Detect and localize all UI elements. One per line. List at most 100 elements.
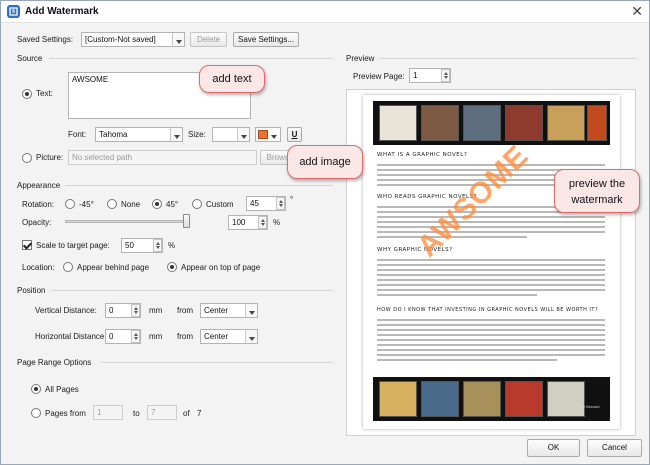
all-pages-radio[interactable] — [31, 384, 41, 394]
picture-radio[interactable] — [22, 153, 32, 163]
vertical-distance-input[interactable]: 0 — [105, 303, 141, 318]
horizontal-distance-input[interactable]: 0 — [105, 329, 141, 344]
close-icon[interactable]: ✕ — [631, 3, 643, 20]
comic-thumbnail — [505, 381, 543, 417]
font-value: Tahoma — [99, 130, 128, 139]
font-select[interactable]: Tahoma — [95, 127, 183, 142]
picture-path-input[interactable]: No selected path — [68, 150, 257, 165]
doc-text-line — [377, 221, 605, 223]
rotation-neg45-radio[interactable] — [65, 199, 75, 209]
saved-settings-select[interactable]: [Custom-Not saved] — [81, 32, 185, 47]
saved-settings-label: Saved Settings: — [17, 35, 74, 44]
chevron-down-icon — [245, 304, 257, 317]
rotation-label: Rotation: — [22, 200, 55, 209]
spinner-icon[interactable] — [258, 216, 267, 229]
scale-label: Scale to target page: — [36, 241, 110, 250]
doc-text-line — [377, 269, 605, 271]
horizontal-anchor-select[interactable]: Center — [200, 329, 258, 344]
doc-text-line — [377, 226, 605, 228]
chevron-down-icon — [170, 128, 182, 141]
doc-text-line — [377, 349, 605, 351]
size-label: Size: — [188, 130, 206, 139]
location-behind-radio[interactable] — [63, 262, 73, 272]
picture-label: Picture: — [36, 153, 64, 162]
location-ontop-label: Appear on top of page — [181, 263, 261, 272]
opacity-slider-thumb[interactable] — [183, 214, 190, 228]
spinner-icon[interactable] — [153, 239, 162, 252]
title-bar: Add Watermark ✕ — [1, 1, 649, 23]
opacity-value: 100 — [232, 218, 246, 227]
source-heading: Source — [17, 54, 43, 63]
watermark-text-value: AWSOME — [72, 75, 109, 84]
size-select[interactable] — [212, 127, 250, 142]
preview-heading: Preview — [346, 54, 375, 63]
comic-thumbnail — [421, 105, 459, 141]
page-range-heading: Page Range Options — [17, 358, 92, 367]
preview-page-label: Preview Page: — [353, 72, 405, 81]
preview-page: WHAT IS A GRAPHIC NOVEL? WHO READS GRAPH… — [363, 95, 620, 429]
rotation-neg45-label: -45° — [79, 200, 94, 209]
text-radio[interactable] — [22, 89, 32, 99]
vertical-anchor-select[interactable]: Center — [200, 303, 258, 318]
app-icon — [7, 5, 20, 18]
opacity-slider-track[interactable] — [65, 220, 190, 223]
vertical-anchor-value: Center — [204, 306, 229, 315]
ok-button[interactable]: OK — [527, 439, 580, 457]
pages-to-label: to — [133, 409, 140, 418]
rotation-45-radio[interactable] — [152, 199, 162, 209]
bottom-comic-band: First Second — [373, 377, 610, 421]
cancel-button[interactable]: Cancel — [587, 439, 642, 457]
rotation-custom-label: Custom — [206, 200, 234, 209]
rotation-none-radio[interactable] — [107, 199, 117, 209]
save-settings-button[interactable]: Save Settings... — [233, 32, 299, 47]
doc-text-line — [377, 279, 605, 281]
spinner-icon[interactable] — [441, 69, 450, 82]
horizontal-distance-value: 0 — [109, 332, 114, 341]
spinner-icon[interactable] — [131, 304, 140, 317]
pages-from-label: Pages from — [45, 409, 86, 418]
doc-text-line — [377, 274, 605, 276]
appearance-heading: Appearance — [17, 181, 61, 190]
comic-thumbnail — [505, 105, 543, 141]
horizontal-from-label: from — [177, 332, 193, 341]
rotation-custom-input[interactable]: 45 — [246, 196, 286, 211]
doc-text-line — [377, 284, 605, 286]
delete-button[interactable]: Delete — [190, 32, 227, 47]
rotation-custom-radio[interactable] — [192, 199, 202, 209]
rotation-45-label: 45° — [166, 200, 179, 209]
underline-button[interactable]: U — [287, 127, 302, 142]
comic-thumbnail — [379, 105, 417, 141]
spinner-icon[interactable] — [276, 197, 285, 210]
doc-text-line — [377, 264, 605, 266]
chevron-down-icon — [172, 33, 184, 46]
pages-to-input[interactable]: 7 — [147, 405, 177, 420]
source-divider — [49, 58, 333, 59]
comic-thumbnail — [547, 105, 585, 141]
location-behind-label: Appear behind page — [77, 263, 150, 272]
doc-text-line — [377, 231, 605, 233]
preview-divider — [379, 58, 637, 59]
vertical-distance-label: Vertical Distance: — [35, 306, 97, 315]
pages-from-radio[interactable] — [31, 408, 41, 418]
comic-thumbnail — [379, 381, 417, 417]
chevron-down-icon — [268, 128, 280, 141]
page-range-divider — [101, 362, 333, 363]
pages-from-input[interactable]: 1 — [93, 405, 123, 420]
pages-of-label: of — [183, 409, 190, 418]
pages-to-value: 7 — [151, 408, 156, 417]
scale-input[interactable]: 50 — [121, 238, 163, 253]
scale-checkbox[interactable] — [22, 240, 32, 250]
preview-callout: preview the watermark — [554, 169, 640, 213]
preview-page-input[interactable]: 1 — [409, 68, 451, 83]
horizontal-anchor-value: Center — [204, 332, 229, 341]
rotation-unit: ° — [290, 195, 294, 204]
spinner-icon[interactable] — [131, 330, 140, 343]
saved-settings-value: [Custom-Not saved] — [85, 35, 156, 44]
add-text-callout: add text — [199, 65, 265, 93]
color-picker[interactable] — [255, 127, 281, 142]
location-ontop-radio[interactable] — [167, 262, 177, 272]
chevron-down-icon — [245, 330, 257, 343]
add-image-callout: add image — [287, 145, 363, 179]
opacity-input[interactable]: 100 — [228, 215, 268, 230]
add-watermark-dialog: Add Watermark ✕ Saved Settings: [Custom-… — [0, 0, 650, 465]
